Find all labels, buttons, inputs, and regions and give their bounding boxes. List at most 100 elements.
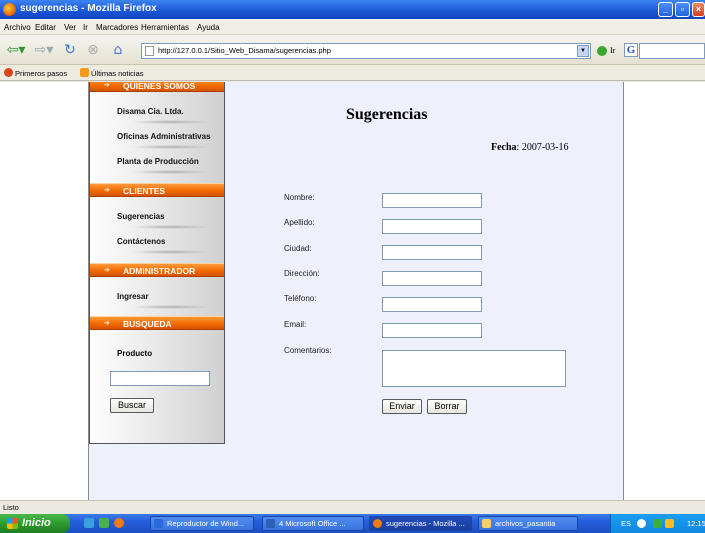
submit-button[interactable]: Enviar [382, 399, 422, 414]
url-bar[interactable]: http://127.0.0.1/Sitio_Web_Disama/sugere… [141, 43, 591, 59]
page-content: ➔ QUIENES SOMOS Disama Cia. Ltda. Oficin… [0, 82, 705, 500]
field-label-email: Email: [284, 320, 307, 329]
firefox-task-icon [373, 519, 382, 528]
windows-logo-icon [7, 518, 18, 529]
menu-marcadores[interactable]: Marcadores [96, 23, 138, 32]
search-button[interactable]: Buscar [110, 398, 154, 413]
start-button[interactable]: Inicio [0, 514, 70, 533]
field-label-comentarios: Comentarios: [284, 346, 332, 355]
sidebar-item-sugerencias[interactable]: Sugerencias [117, 212, 165, 221]
media-player-icon [154, 519, 163, 528]
email-field[interactable] [382, 323, 482, 338]
menu-ayuda[interactable]: Ayuda [197, 23, 220, 32]
bookmark-primeros-pasos[interactable]: Primeros pasos [4, 68, 67, 78]
quicklaunch-media-icon[interactable] [99, 518, 109, 528]
arrow-icon: ➔ [104, 267, 110, 274]
search-input[interactable] [639, 43, 705, 59]
section-header-quienes-somos[interactable]: ➔ QUIENES SOMOS [90, 82, 224, 92]
direccion-field[interactable] [382, 271, 482, 286]
rss-icon [80, 68, 89, 77]
tray-security-icon[interactable] [653, 519, 662, 528]
ciudad-field[interactable] [382, 245, 482, 260]
sidebar-item-contactenos[interactable]: Contáctenos [117, 237, 165, 246]
product-search-input[interactable] [110, 371, 210, 386]
link-shadow [130, 145, 210, 149]
status-text: Listo [3, 503, 19, 512]
task-media-player[interactable]: Reproductor de Wind... [150, 516, 254, 531]
sidebar-item-disama[interactable]: Disama Cia. Ltda. [117, 107, 184, 116]
bookmark-ultimas-noticias[interactable]: Últimas noticias [80, 68, 144, 78]
telefono-field[interactable] [382, 297, 482, 312]
google-search-icon[interactable]: G [624, 43, 638, 57]
date-display: Fecha: 2007-03-16 [491, 142, 569, 153]
go-label[interactable]: Ir [610, 46, 615, 55]
menu-archivo[interactable]: Archivo [4, 23, 31, 32]
menu-ver[interactable]: Ver [64, 23, 76, 32]
date-label: Fecha [491, 142, 517, 153]
stop-icon[interactable]: ⊗ [84, 40, 102, 60]
sidebar-item-ingresar[interactable]: Ingresar [117, 292, 149, 301]
section-header-administrador[interactable]: ➔ ADMINISTRADOR [90, 263, 224, 277]
tray-network-icon[interactable] [637, 519, 646, 528]
arrow-icon: ➔ [104, 320, 110, 327]
field-label-direccion: Dirección: [284, 269, 320, 278]
folder-icon [482, 519, 491, 528]
forward-arrow-icon[interactable]: ⇨▾ [31, 40, 57, 60]
link-shadow [130, 250, 210, 254]
window-titlebar: sugerencias - Mozilla Firefox _ ▫ × [0, 0, 705, 19]
task-firefox[interactable]: sugerencias - Mozilla ... [369, 516, 472, 531]
quicklaunch-desktop-icon[interactable] [84, 518, 94, 528]
taskbar: Inicio Reproductor de Wind... 4 Microsof… [0, 514, 705, 533]
menu-herramientas[interactable]: Herramientas [141, 23, 189, 32]
menu-ir[interactable]: Ir [83, 23, 88, 32]
sidebar-item-planta[interactable]: Planta de Producción [117, 157, 199, 166]
navigation-toolbar: ⇦▾ ⇨▾ ↻ ⊗ ⌂ http://127.0.0.1/Sitio_Web_D… [0, 35, 705, 65]
task-office[interactable]: 4 Microsoft Office ... [262, 516, 364, 531]
comentarios-textarea[interactable] [382, 350, 566, 387]
link-shadow [130, 305, 210, 309]
field-label-telefono: Teléfono: [284, 294, 317, 303]
minimize-button[interactable]: _ [658, 2, 673, 17]
back-arrow-icon[interactable]: ⇦▾ [3, 40, 29, 60]
home-icon[interactable]: ⌂ [107, 40, 129, 60]
close-button[interactable]: × [692, 2, 705, 17]
page-icon [145, 46, 154, 56]
reload-icon[interactable]: ↻ [61, 40, 79, 60]
reset-button[interactable]: Borrar [427, 399, 467, 414]
url-text: http://127.0.0.1/Sitio_Web_Disama/sugere… [158, 46, 331, 55]
window-title: sugerencias - Mozilla Firefox [20, 3, 157, 14]
field-label-nombre: Nombre: [284, 193, 315, 202]
language-indicator[interactable]: ES [621, 519, 631, 528]
product-label: Producto [117, 349, 153, 358]
task-folder[interactable]: archivos_pasantia [478, 516, 578, 531]
sidebar-item-oficinas[interactable]: Oficinas Administrativas [117, 132, 211, 141]
apellido-field[interactable] [382, 219, 482, 234]
maximize-button[interactable]: ▫ [675, 2, 690, 17]
chevron-down-icon[interactable]: ▼ [577, 45, 589, 57]
sidebar: ➔ QUIENES SOMOS Disama Cia. Ltda. Oficin… [89, 82, 225, 444]
tray-volume-icon[interactable] [665, 519, 674, 528]
system-tray: ES 12:15 [610, 514, 705, 533]
section-header-clientes[interactable]: ➔ CLIENTES [90, 183, 224, 197]
field-label-apellido: Apellido: [284, 218, 315, 227]
clock: 12:15 [687, 519, 705, 528]
word-icon [266, 519, 275, 528]
link-shadow [130, 170, 210, 174]
page-title: Sugerencias [346, 106, 428, 123]
nombre-field[interactable] [382, 193, 482, 208]
bookmarks-bar: Primeros pasos Últimas noticias [0, 65, 705, 81]
link-shadow [130, 120, 210, 124]
arrow-icon: ➔ [104, 187, 110, 194]
quicklaunch-firefox-icon[interactable] [114, 518, 124, 528]
go-icon[interactable] [597, 46, 607, 56]
field-label-ciudad: Ciudad: [284, 244, 312, 253]
firefox-icon [3, 3, 16, 16]
arrow-icon: ➔ [104, 82, 110, 89]
date-value: : 2007-03-16 [516, 142, 569, 153]
firefox-bookmark-icon [4, 68, 13, 77]
menu-bar: Archivo Editar Ver Ir Marcadores Herrami… [0, 19, 705, 35]
section-header-busqueda[interactable]: ➔ BUSQUEDA [90, 316, 224, 330]
menu-editar[interactable]: Editar [35, 23, 56, 32]
link-shadow [130, 225, 210, 229]
status-bar: Listo [0, 500, 705, 514]
